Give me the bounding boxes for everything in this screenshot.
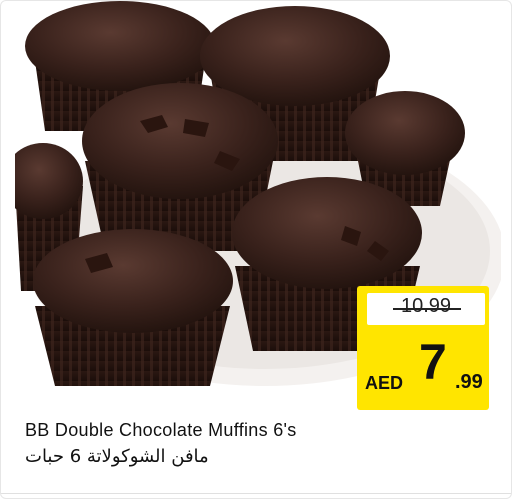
product-title-en: BB Double Chocolate Muffins 6's (25, 420, 297, 440)
strikethrough-line (393, 308, 461, 310)
offer-card[interactable]: 10.99 AED 7 .99 BB Double Chocolate Muff… (0, 0, 512, 499)
divider (1, 493, 511, 494)
price-integer: 7 (419, 334, 447, 390)
price-decimal: .99 (455, 371, 483, 393)
old-price: 10.99 (400, 295, 452, 317)
product-title-ar: مافن الشوكولاتة 6 حبات (25, 446, 209, 467)
currency-label: AED (365, 373, 404, 393)
